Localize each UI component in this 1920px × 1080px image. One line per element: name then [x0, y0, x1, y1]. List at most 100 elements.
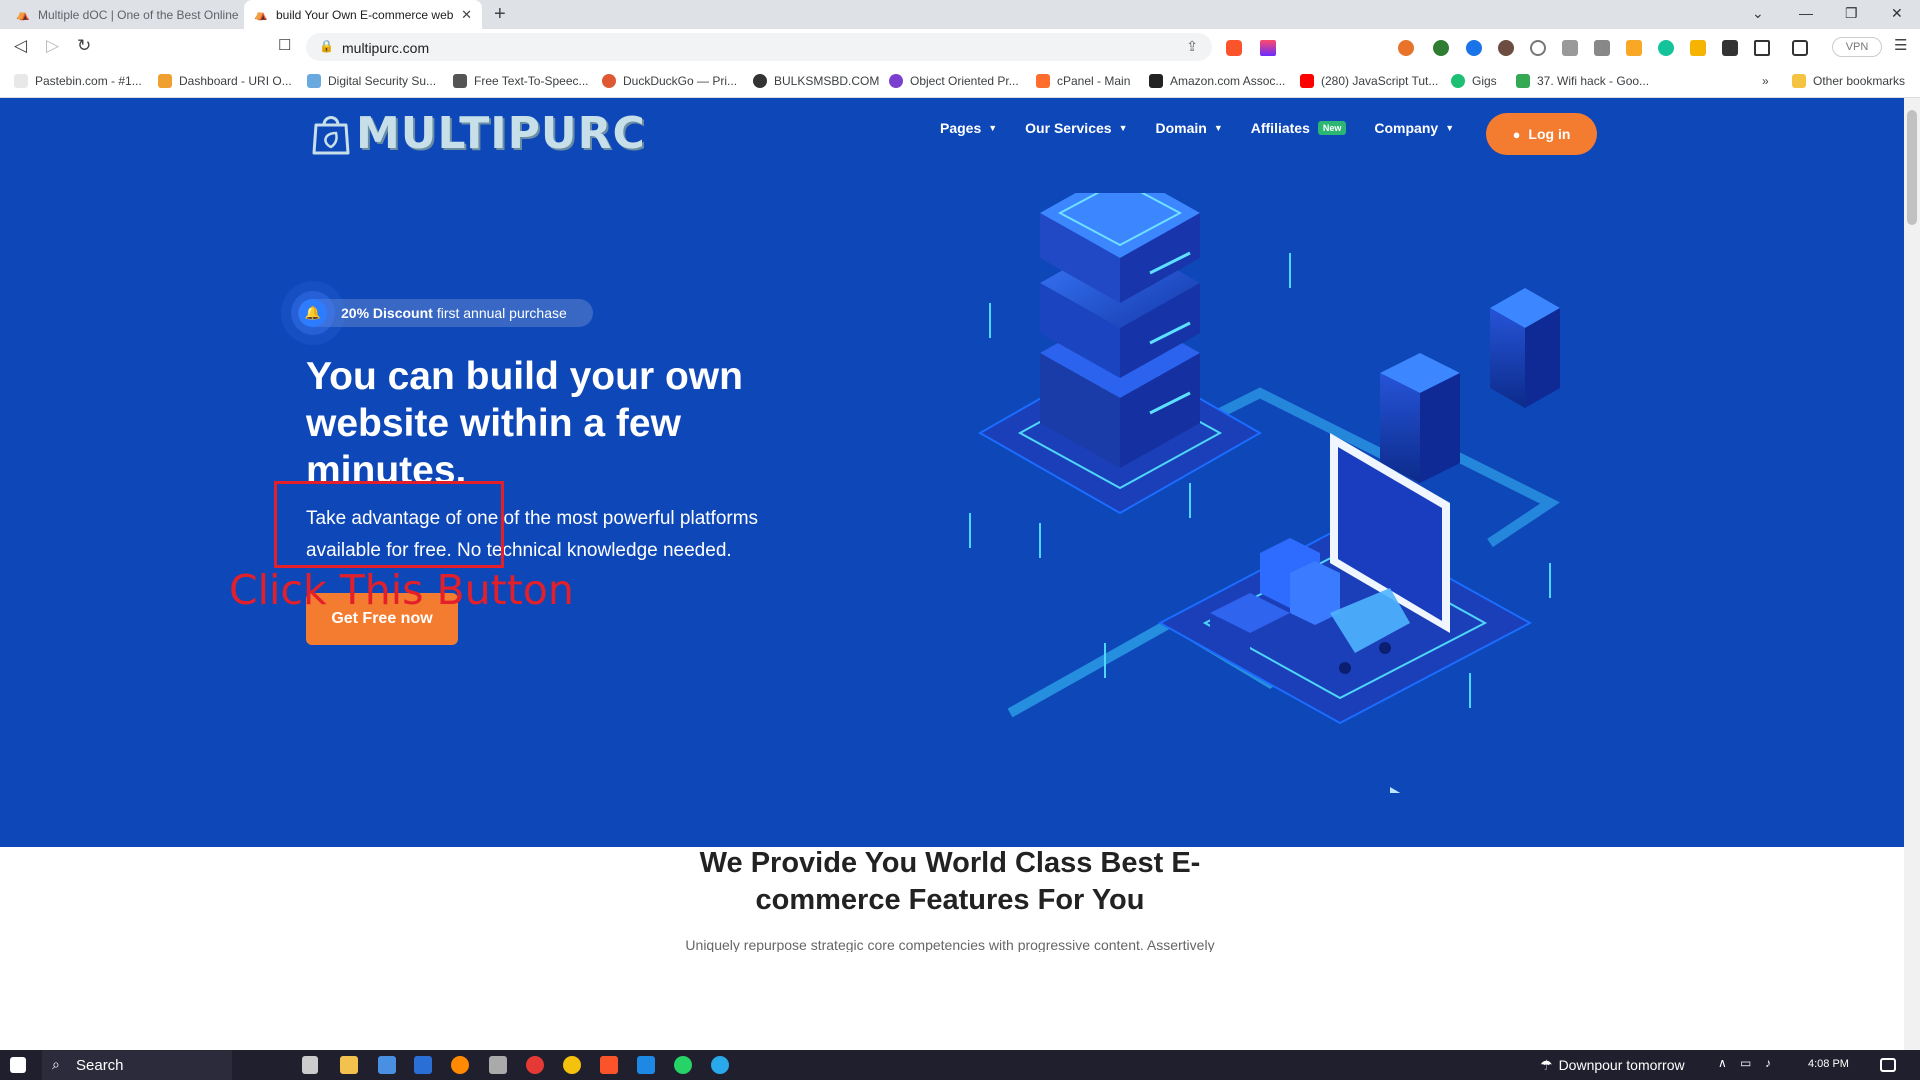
bookmark-item[interactable]: 37. Wifi hack - Goo...	[1516, 74, 1649, 88]
nav-affiliates[interactable]: Affiliates New	[1251, 120, 1347, 136]
wallet-icon[interactable]	[1792, 40, 1808, 56]
bookmark-item[interactable]: Amazon.com Assoc...	[1149, 74, 1285, 88]
camera-icon[interactable]	[1594, 40, 1610, 56]
whatsapp-icon[interactable]	[674, 1056, 692, 1074]
page-scrollbar[interactable]	[1904, 98, 1920, 1050]
bookmark-item[interactable]: Pastebin.com - #1...	[14, 74, 142, 88]
coupon-extension-icon[interactable]	[1626, 40, 1642, 56]
search-app-icon[interactable]	[451, 1056, 469, 1074]
bookmark-favicon-icon	[307, 74, 321, 88]
tab-close-icon[interactable]: ✕	[461, 7, 472, 23]
bookmark-favicon-icon	[14, 74, 28, 88]
search-icon: ⌕	[52, 1056, 60, 1072]
sidebar-icon[interactable]	[1754, 40, 1770, 56]
vpn-label: VPN	[1845, 41, 1869, 53]
eyedropper-icon[interactable]	[1562, 40, 1578, 56]
extension-icon[interactable]	[1530, 40, 1546, 56]
bookmarks-overflow-icon[interactable]: »	[1762, 74, 1769, 88]
new-tab-button[interactable]: +	[494, 4, 506, 24]
mail-icon[interactable]	[414, 1056, 432, 1074]
address-bar[interactable]: 🔒 multipurc.com ⇪	[306, 33, 1212, 61]
bookmark-favicon-icon	[889, 74, 903, 88]
minimize-icon[interactable]: —	[1799, 5, 1813, 21]
site-favicon-icon: ⛺	[16, 8, 30, 21]
vscode-icon[interactable]	[637, 1056, 655, 1074]
cookie-extension-icon[interactable]	[1498, 40, 1514, 56]
taskbar-search-label: Search	[76, 1056, 124, 1074]
bookmark-item[interactable]: BULKSMSBD.COM	[753, 74, 879, 88]
bookmark-item[interactable]: Gigs	[1451, 74, 1497, 88]
login-button[interactable]: ● Log in	[1486, 113, 1597, 155]
site-favicon-icon: ⛺	[254, 8, 268, 21]
forward-icon[interactable]: ▷	[46, 37, 59, 55]
bookmark-item[interactable]: Object Oriented Pr...	[889, 74, 1019, 88]
nav-label: Domain	[1155, 120, 1207, 136]
taskbar-search[interactable]: ⌕ Search	[42, 1050, 232, 1080]
windows-start-icon[interactable]	[10, 1057, 26, 1073]
bookmark-label: Gigs	[1472, 74, 1497, 88]
notifications-icon[interactable]	[1880, 1058, 1896, 1072]
bookmark-label: DuckDuckGo — Pri...	[623, 74, 738, 88]
tab-multiple-doc[interactable]: ⛺ Multiple dOC | One of the Best Online	[6, 0, 244, 29]
bookmark-label: Pastebin.com - #1...	[35, 74, 142, 88]
menu-icon[interactable]: ☰	[1894, 37, 1907, 55]
nav-company[interactable]: Company ▼	[1374, 120, 1454, 136]
extension-icon[interactable]	[1433, 40, 1449, 56]
app-icon[interactable]	[489, 1056, 507, 1074]
tab-build-ecommerce[interactable]: ⛺ build Your Own E-commerce web ✕	[244, 0, 482, 29]
windows-taskbar: ⌕ Search ☂ Downpour tomorrow ∧ ▭ ♪ 4:08 P…	[0, 1050, 1920, 1080]
extensions-puzzle-icon[interactable]	[1722, 40, 1738, 56]
store-icon[interactable]	[378, 1056, 396, 1074]
brave-rewards-icon[interactable]	[1260, 40, 1276, 56]
grammarly-icon[interactable]	[1658, 40, 1674, 56]
bookmarks-bar: Pastebin.com - #1... Dashboard - URI O..…	[0, 66, 1920, 98]
bookmark-item[interactable]: Digital Security Su...	[307, 74, 436, 88]
tray-chevron-icon[interactable]: ∧	[1718, 1056, 1736, 1074]
browser-toolbar: ◁ ▷ ↻ ☐ 🔒 multipurc.com ⇪ VPN ☰	[0, 29, 1920, 66]
extension-icon[interactable]	[1398, 40, 1414, 56]
folder-icon	[1792, 74, 1806, 88]
extension-icon[interactable]	[1466, 40, 1482, 56]
scrollbar-thumb[interactable]	[1907, 110, 1917, 225]
tab-search-chevron-icon[interactable]: ⌄	[1752, 5, 1764, 22]
opera-icon[interactable]	[526, 1056, 544, 1074]
close-window-icon[interactable]: ✕	[1891, 5, 1903, 22]
site-logo[interactable]: MULTIPURC	[310, 108, 646, 159]
rain-cloud-icon: ☂	[1540, 1057, 1553, 1073]
taskbar-clock[interactable]: 4:08 PM	[1808, 1058, 1849, 1070]
bookmark-item[interactable]: cPanel - Main	[1036, 74, 1130, 88]
back-icon[interactable]: ◁	[14, 37, 27, 55]
file-explorer-icon[interactable]	[340, 1056, 358, 1074]
brave-shield-icon[interactable]	[1226, 40, 1242, 56]
bookmark-item[interactable]: Free Text-To-Speec...	[453, 74, 589, 88]
other-bookmarks[interactable]: Other bookmarks	[1792, 74, 1905, 88]
bookmark-label: Digital Security Su...	[328, 74, 437, 88]
bookmark-item[interactable]: DuckDuckGo — Pri...	[602, 74, 737, 88]
ecommerce-server-illustration	[969, 193, 1560, 793]
telegram-icon[interactable]	[711, 1056, 729, 1074]
nav-pages[interactable]: Pages ▼	[940, 120, 997, 136]
app-icon[interactable]	[563, 1056, 581, 1074]
volume-icon[interactable]: ♪	[1765, 1056, 1783, 1074]
weather-widget[interactable]: ☂ Downpour tomorrow	[1540, 1057, 1685, 1074]
bookmark-item[interactable]: (280) JavaScript Tut...	[1300, 74, 1438, 88]
restore-icon[interactable]: ❐	[1845, 5, 1858, 22]
bookmark-icon[interactable]: ☐	[278, 37, 291, 55]
task-view-icon[interactable]	[302, 1056, 318, 1074]
brave-browser-icon[interactable]	[600, 1056, 618, 1074]
bookmark-label: Dashboard - URI O...	[179, 74, 292, 88]
bookmark-favicon-icon	[453, 74, 467, 88]
nav-domain[interactable]: Domain ▼	[1155, 120, 1222, 136]
extension-icon[interactable]	[1690, 40, 1706, 56]
weather-text: Downpour tomorrow	[1558, 1057, 1685, 1073]
bookmark-item[interactable]: Dashboard - URI O...	[158, 74, 292, 88]
network-icon[interactable]: ▭	[1740, 1056, 1758, 1074]
nav-label: Company	[1374, 120, 1439, 136]
nav-our-services[interactable]: Our Services ▼	[1025, 120, 1127, 136]
share-icon[interactable]: ⇪	[1186, 38, 1198, 55]
vpn-button[interactable]: VPN	[1832, 37, 1882, 57]
nav-label: Pages	[940, 120, 982, 136]
reload-icon[interactable]: ↻	[77, 37, 91, 55]
chevron-down-icon: ▼	[1118, 123, 1128, 133]
hero-headline: You can build your own website within a …	[306, 355, 743, 492]
